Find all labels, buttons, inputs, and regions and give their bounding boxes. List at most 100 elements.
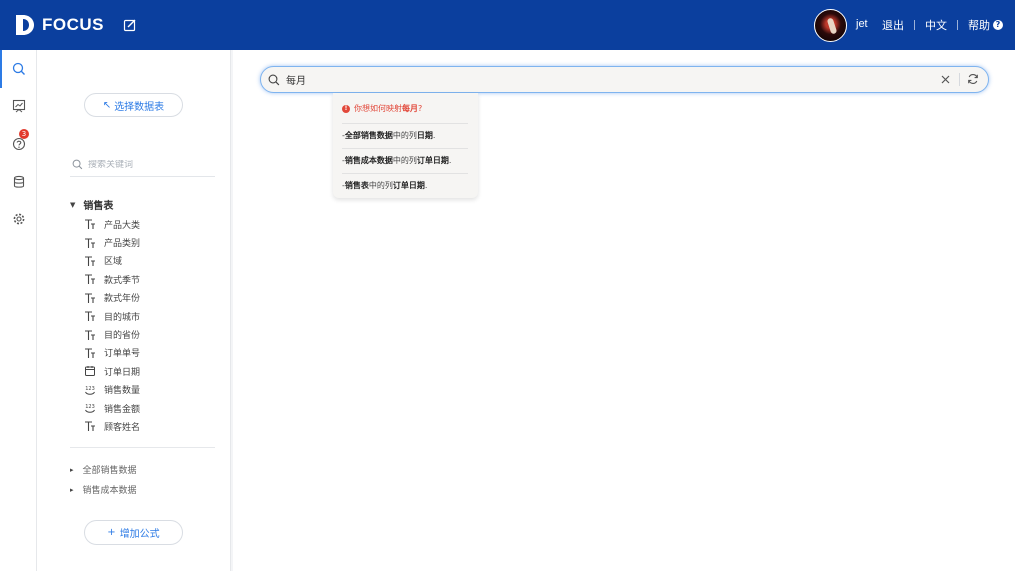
table-name: 销售成本数据	[82, 486, 137, 496]
prompt-term: 每月	[402, 104, 418, 113]
select-table-label: 选择数据表	[114, 101, 165, 113]
prompt-suffix: ?	[418, 104, 423, 113]
table-toggle-sales[interactable]: ▼ 销售表	[70, 197, 114, 213]
caret-right-icon: ▸	[70, 485, 74, 494]
search-bar-divider	[959, 73, 960, 86]
add-formula-label: 增加公式	[119, 529, 160, 540]
suggestion-mid: 中的列	[368, 181, 393, 190]
board-icon	[12, 99, 25, 113]
table-toggle-sales-cost[interactable]: ▸ 销售成本数据	[70, 483, 137, 497]
nav-settings[interactable]	[0, 200, 37, 238]
suggestion-item[interactable]: - 全部销售数据 中的列 日期.	[342, 123, 468, 147]
text-column-icon	[84, 273, 96, 285]
svg-text:123: 123	[85, 386, 95, 392]
search-icon	[12, 62, 25, 75]
nav-rail: 3	[0, 50, 37, 571]
focus-logo[interactable]: FOCUS	[14, 12, 104, 38]
text-column-icon	[84, 347, 96, 359]
column-item[interactable]: 款式季节	[84, 270, 214, 288]
search-icon	[72, 159, 83, 170]
edit-icon[interactable]	[123, 18, 137, 32]
column-label: 区域	[104, 257, 123, 268]
refresh-icon	[968, 74, 978, 84]
text-column-icon	[84, 420, 96, 432]
text-column-icon	[84, 292, 96, 304]
header-divider	[914, 20, 915, 30]
column-label: 订单单号	[104, 349, 141, 360]
column-item[interactable]: 区域	[84, 252, 214, 270]
suggestion-end: .	[448, 156, 452, 165]
suggestion-mid: 中的列	[392, 156, 417, 165]
column-label: 产品类别	[104, 239, 141, 250]
text-column-icon	[84, 310, 96, 322]
column-item[interactable]: 款式年份	[84, 289, 214, 307]
brand-name: FOCUS	[42, 15, 104, 34]
add-formula-button[interactable]: + 增加公式	[84, 520, 183, 545]
text-column-icon	[84, 218, 96, 230]
suggestion-prompt: ! 你想如何映射每月?	[342, 103, 422, 114]
database-icon	[13, 175, 24, 188]
prompt-prefix: 你想如何映射	[354, 104, 402, 113]
suggestion-source: 销售表	[344, 181, 369, 190]
language-link[interactable]: 中文	[925, 17, 947, 33]
column-label: 目的城市	[104, 312, 141, 323]
column-item[interactable]: 产品大类	[84, 215, 214, 233]
plus-icon: +	[107, 527, 116, 538]
notification-badge: 3	[19, 129, 29, 139]
suggestion-source: 全部销售数据	[344, 131, 393, 140]
table-toggle-all-sales[interactable]: ▸ 全部销售数据	[70, 463, 137, 477]
suggestion-column: 订单日期	[392, 181, 425, 190]
column-label: 订单日期	[104, 367, 141, 378]
search-input[interactable]	[286, 74, 926, 85]
column-item[interactable]: 123 销售金额	[84, 399, 214, 417]
nav-questions[interactable]: 3	[0, 125, 37, 163]
suggestion-column: 订单日期	[416, 156, 449, 165]
column-item[interactable]: 目的省份	[84, 325, 214, 343]
search-icon	[268, 74, 280, 85]
table-name: 销售表	[83, 201, 114, 212]
nav-search[interactable]	[0, 50, 37, 88]
column-label: 款式季节	[104, 275, 141, 286]
column-label: 销售数量	[104, 386, 141, 397]
suggestion-item[interactable]: - 销售表 中的列 订单日期.	[342, 173, 468, 197]
column-label: 款式年份	[104, 294, 141, 305]
column-item[interactable]: 顾客姓名	[84, 417, 214, 435]
number-column-icon: 123	[84, 402, 96, 414]
svg-text:123: 123	[85, 404, 95, 410]
column-item[interactable]: 目的城市	[84, 307, 214, 325]
keyword-search-input[interactable]	[88, 159, 208, 170]
column-label: 销售金额	[104, 404, 141, 415]
question-icon	[12, 137, 25, 151]
help-label: 帮助	[968, 19, 990, 32]
column-item[interactable]: 订单日期	[84, 362, 214, 380]
column-item[interactable]: 订单单号	[84, 344, 214, 362]
nav-data[interactable]	[0, 163, 37, 201]
focus-logo-icon	[16, 15, 34, 35]
column-label: 顾客姓名	[104, 422, 141, 433]
column-list: 产品大类产品类别区域款式季节款式年份目的城市目的省份订单单号订单日期 123 销售数…	[84, 215, 214, 436]
search-bar	[260, 66, 989, 93]
select-table-button[interactable]: ↖ 选择数据表	[84, 93, 183, 117]
suggestion-mid: 中的列	[392, 131, 417, 140]
nav-board[interactable]	[0, 87, 37, 125]
caret-down-icon: ▼	[70, 200, 76, 209]
arrow-up-left-icon: ↖	[102, 99, 112, 111]
caret-right-icon: ▸	[70, 465, 74, 474]
suggestion-item[interactable]: - 销售成本数据 中的列 订单日期.	[342, 148, 468, 172]
main-area: ! 你想如何映射每月? - 全部销售数据中的列日期. - 销售成本数据中的列订单…	[233, 50, 1015, 571]
user-avatar[interactable]	[814, 9, 847, 42]
clear-search-button[interactable]	[939, 73, 951, 85]
column-item[interactable]: 产品类别	[84, 233, 214, 251]
suggestion-dropdown: ! 你想如何映射每月? - 全部销售数据 中的列 日期. - 销售成本数据 中的列 订单…	[333, 93, 478, 198]
refresh-button[interactable]	[966, 72, 980, 86]
column-item[interactable]: 123 销售数量	[84, 381, 214, 399]
text-column-icon	[84, 255, 96, 267]
keyword-search	[70, 153, 215, 177]
suggestion-source: 销售成本数据	[344, 156, 393, 165]
top-bar: FOCUS jet 退出 中文 帮助 ?	[0, 0, 1015, 50]
divider	[70, 447, 215, 448]
logout-link[interactable]: 退出	[882, 17, 904, 33]
username[interactable]: jet	[856, 18, 868, 30]
data-panel: ↖ 选择数据表 ▼ 销售表 产品大类产品类别区域款式季节款式年份目的城市目的省份…	[37, 50, 231, 571]
help-link[interactable]: 帮助 ?	[968, 17, 1003, 33]
